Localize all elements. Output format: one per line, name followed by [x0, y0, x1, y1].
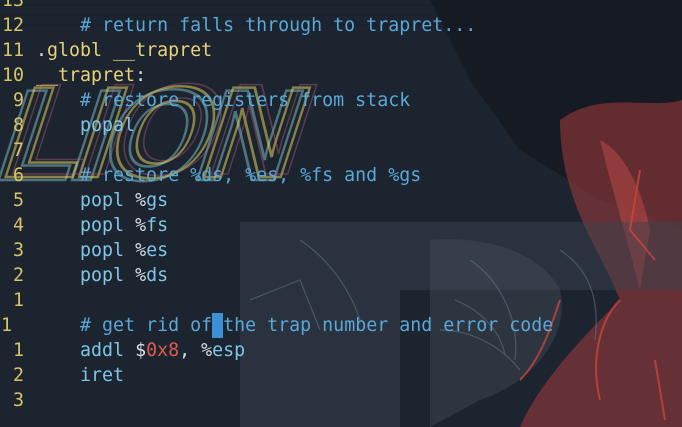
line-code: popl %es: [36, 238, 168, 263]
code-line[interactable]: 6 # restore %ds, %es, %fs and %gs: [0, 163, 682, 188]
code-token-kw: iret: [36, 365, 125, 386]
code-token-plain: %: [135, 265, 147, 286]
code-token-kw: addl: [36, 340, 136, 361]
code-token-plain: , %: [179, 340, 213, 361]
code-token-reg: gs: [146, 190, 169, 211]
code-line-current[interactable]: 81 # get rid of the trap number and erro…: [0, 313, 682, 338]
code-token-kw: popl: [36, 190, 136, 211]
code-line[interactable]: 12 # return falls through to trapret...: [0, 13, 682, 38]
code-token-plain: :: [135, 65, 147, 86]
code-token-reg: fs: [146, 215, 169, 236]
code-line[interactable]: 1 addl $0x8, %esp: [0, 338, 682, 363]
line-number: 11: [1, 40, 24, 61]
line-number: 2: [12, 265, 24, 286]
line-code: popl %fs: [36, 213, 168, 238]
code-token-reg: es: [146, 240, 169, 261]
line-number: 8: [12, 115, 24, 136]
code-token-comment: # restore %ds, %es, %fs and %gs: [36, 165, 422, 186]
code-token-comment: # return falls through to trapret...: [36, 15, 477, 36]
code-token-kw: popal: [36, 115, 136, 136]
code-line[interactable]: 4 popl %fs: [0, 213, 682, 238]
line-code: # restore %ds, %es, %fs and %gs: [36, 163, 421, 188]
line-number: 1: [12, 340, 24, 361]
code-token-plain: %: [135, 190, 147, 211]
line-code: # return falls through to trapret...: [36, 13, 476, 38]
code-line[interactable]: 5 popl %gs: [0, 188, 682, 213]
code-token-plain: .: [36, 40, 48, 61]
code-line[interactable]: 2 popl %ds: [0, 263, 682, 288]
line-code: iret: [36, 363, 124, 388]
line-number: 7: [12, 140, 24, 161]
line-code: # restore registers from stack: [36, 88, 410, 113]
code-token-reg: ds: [146, 265, 169, 286]
line-number: 9: [12, 90, 24, 111]
code-token-plain: %: [135, 215, 147, 236]
line-number: 81: [0, 315, 13, 336]
line-number: 6: [12, 165, 24, 186]
line-code: popl %ds: [36, 263, 168, 288]
code-line[interactable]: 9 # restore registers from stack: [0, 88, 682, 113]
line-number: 3: [12, 390, 24, 411]
code-line[interactable]: 8 popal: [0, 113, 682, 138]
line-code: popal: [36, 113, 135, 138]
code-line[interactable]: 1: [0, 288, 682, 313]
line-number: 12: [1, 15, 24, 36]
code-token-comment: # restore registers from stack: [36, 90, 411, 111]
code-token-comment: the trap number and error code: [223, 315, 554, 336]
code-token-plain: %: [135, 240, 147, 261]
code-token-kw: popl: [36, 215, 136, 236]
line-code: __trapret:: [36, 63, 146, 88]
code-line[interactable]: 13: [0, 0, 682, 13]
line-code: .globl __trapret: [36, 38, 212, 63]
code-line[interactable]: 11 .globl __trapret: [0, 38, 682, 63]
code-token-kw: popl: [36, 240, 136, 261]
line-number: 3: [12, 240, 24, 261]
line-code: addl $0x8, %esp: [36, 338, 245, 363]
code-token-reg: esp: [212, 340, 246, 361]
code-token-ident: globl __trapret: [47, 40, 213, 61]
code-token-ident: __trapret: [36, 65, 136, 86]
code-line[interactable]: 7: [0, 138, 682, 163]
code-token-comment: # get rid of: [36, 315, 213, 336]
code-line[interactable]: 2 iret: [0, 363, 682, 388]
text-cursor: [212, 313, 224, 338]
line-number: 2: [12, 365, 24, 386]
line-code: popl %gs: [36, 188, 168, 213]
code-editor[interactable]: 13 12 # return falls through to trapret..…: [0, 0, 682, 413]
code-token-kw: popl: [36, 265, 136, 286]
code-line[interactable]: 10 __trapret:: [0, 63, 682, 88]
line-number: 10: [1, 65, 24, 86]
line-number: 4: [12, 215, 24, 236]
line-number: 13: [1, 0, 24, 11]
line-number: 5: [12, 190, 24, 211]
code-token-plain: $: [135, 340, 147, 361]
line-number: 1: [12, 290, 24, 311]
code-line[interactable]: 3: [0, 388, 682, 413]
code-token-num: 0x8: [146, 340, 180, 361]
line-code: # get rid of the trap number and error c…: [36, 313, 553, 338]
code-line[interactable]: 3 popl %es: [0, 238, 682, 263]
